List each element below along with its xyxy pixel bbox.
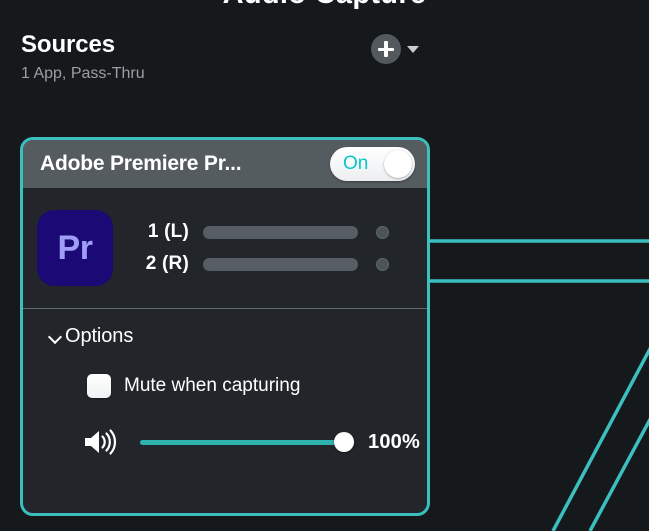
window-title: Audio Capture (0, 0, 649, 11)
page-title: Sources (21, 31, 116, 58)
volume-slider-knob[interactable] (334, 432, 354, 452)
routing-line-diagonal-2 (588, 417, 649, 531)
chevron-down-icon (49, 330, 62, 343)
source-card-adobe-premiere-pro[interactable]: Adobe Premiere Pr... On Pr 1 (L) 2 (R) O… (20, 137, 430, 516)
sources-subtitle: 1 App, Pass-Thru (21, 65, 145, 82)
channel-level-meter (203, 257, 358, 271)
volume-value-label: 100% (368, 430, 420, 453)
chevron-down-icon[interactable] (407, 45, 419, 53)
source-channels: Pr 1 (L) 2 (R) (23, 188, 427, 308)
window-title-clipped: Audio Capture (0, 0, 649, 14)
source-enable-toggle[interactable]: On (330, 147, 415, 181)
channel-meters: 1 (L) 2 (R) (133, 216, 427, 280)
mute-when-capturing-label: Mute when capturing (124, 375, 301, 396)
channel-label: 2 (R) (145, 253, 189, 274)
add-source-button[interactable] (371, 34, 401, 64)
channel-level-meter (203, 225, 358, 239)
options-label: Options (65, 325, 134, 347)
speaker-icon (85, 429, 117, 455)
adobe-premiere-pro-icon: Pr (37, 210, 113, 286)
source-title: Adobe Premiere Pr... (40, 152, 242, 175)
channel-row: 2 (R) (133, 248, 427, 280)
routing-line-diagonal-1 (551, 346, 649, 531)
channel-output-node[interactable] (376, 225, 389, 239)
channel-output-node[interactable] (376, 257, 389, 271)
source-card-header: Adobe Premiere Pr... On (23, 140, 427, 188)
options-disclosure[interactable]: Options (49, 325, 427, 348)
mute-when-capturing-row[interactable]: Mute when capturing (87, 374, 427, 398)
options-section: Options Mute when capturing 100% (23, 309, 427, 456)
channel-row: 1 (L) (133, 216, 427, 248)
add-source-controls (371, 34, 419, 64)
mute-when-capturing-checkbox[interactable] (87, 374, 111, 398)
volume-row: 100% (83, 428, 427, 456)
toggle-state-label: On (343, 153, 369, 174)
channel-label: 1 (L) (147, 221, 189, 242)
sources-section-header: Sources 1 App, Pass-Thru (21, 30, 421, 86)
toggle-knob (384, 150, 412, 178)
volume-slider[interactable] (140, 432, 354, 452)
app-icon-label: Pr (57, 228, 93, 267)
volume-slider-track (140, 439, 354, 445)
